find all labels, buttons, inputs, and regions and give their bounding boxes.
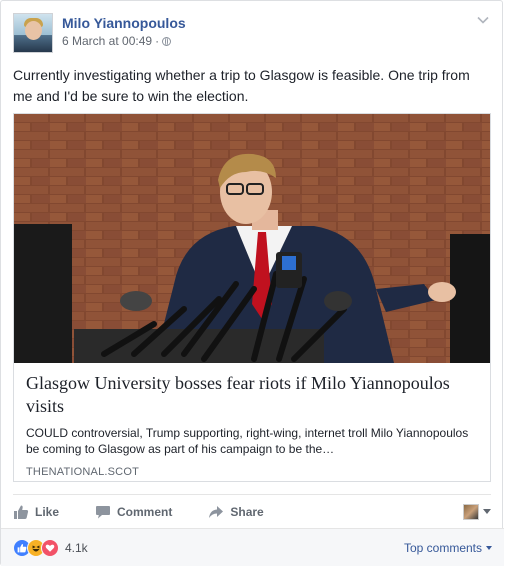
post-text: Currently investigating whether a trip t… (13, 67, 470, 104)
love-reaction-icon (41, 538, 59, 557)
facebook-post: Milo Yiannopoulos 6 March at 00:49 · Curr… (0, 0, 504, 566)
chevron-down-icon[interactable] (476, 13, 490, 27)
speech-bubble-icon (96, 505, 111, 518)
share-label: Share (230, 504, 264, 519)
link-preview-image[interactable] (14, 114, 490, 363)
link-description: COULD controversial, Trump supporting, r… (26, 426, 469, 456)
author-name[interactable]: Milo Yiannopoulos (62, 14, 186, 32)
caret-down-icon (483, 509, 491, 514)
viewer-avatar (463, 503, 479, 520)
share-button[interactable]: Share (208, 504, 264, 520)
comment-sort-dropdown[interactable]: Top comments (404, 541, 492, 555)
post-action-bar: Like Comment Share (13, 494, 491, 528)
comment-label: Comment (117, 504, 173, 519)
link-text-box: Glasgow University bosses fear riots if … (14, 363, 490, 478)
like-button[interactable]: Like (13, 504, 59, 520)
post-timestamp-row: 6 March at 00:49 · (62, 33, 186, 49)
caret-down-icon (486, 545, 492, 550)
comment-button[interactable]: Comment (95, 504, 172, 520)
reaction-icons[interactable] (13, 538, 59, 557)
reactions-bar: 4.1k Top comments (1, 528, 504, 566)
post-meta: Milo Yiannopoulos 6 March at 00:49 · (62, 14, 186, 53)
author-avatar[interactable] (13, 13, 53, 53)
post-timestamp[interactable]: 6 March at 00:49 (62, 34, 152, 48)
thumbs-up-icon (14, 505, 29, 519)
separator-dot: · (155, 34, 160, 48)
share-arrow-icon (209, 505, 224, 518)
post-header: Milo Yiannopoulos 6 March at 00:49 · (13, 13, 186, 53)
globe-icon[interactable] (162, 37, 172, 46)
link-attachment[interactable]: Glasgow University bosses fear riots if … (13, 113, 491, 482)
comment-sort-label: Top comments (403, 540, 482, 555)
link-title[interactable]: Glasgow University bosses fear riots if … (26, 372, 478, 418)
post-as-selector[interactable] (463, 503, 491, 520)
reaction-count[interactable]: 4.1k (65, 541, 88, 555)
link-domain: THENATIONAL.SCOT (26, 466, 140, 478)
like-label: Like (35, 504, 60, 519)
